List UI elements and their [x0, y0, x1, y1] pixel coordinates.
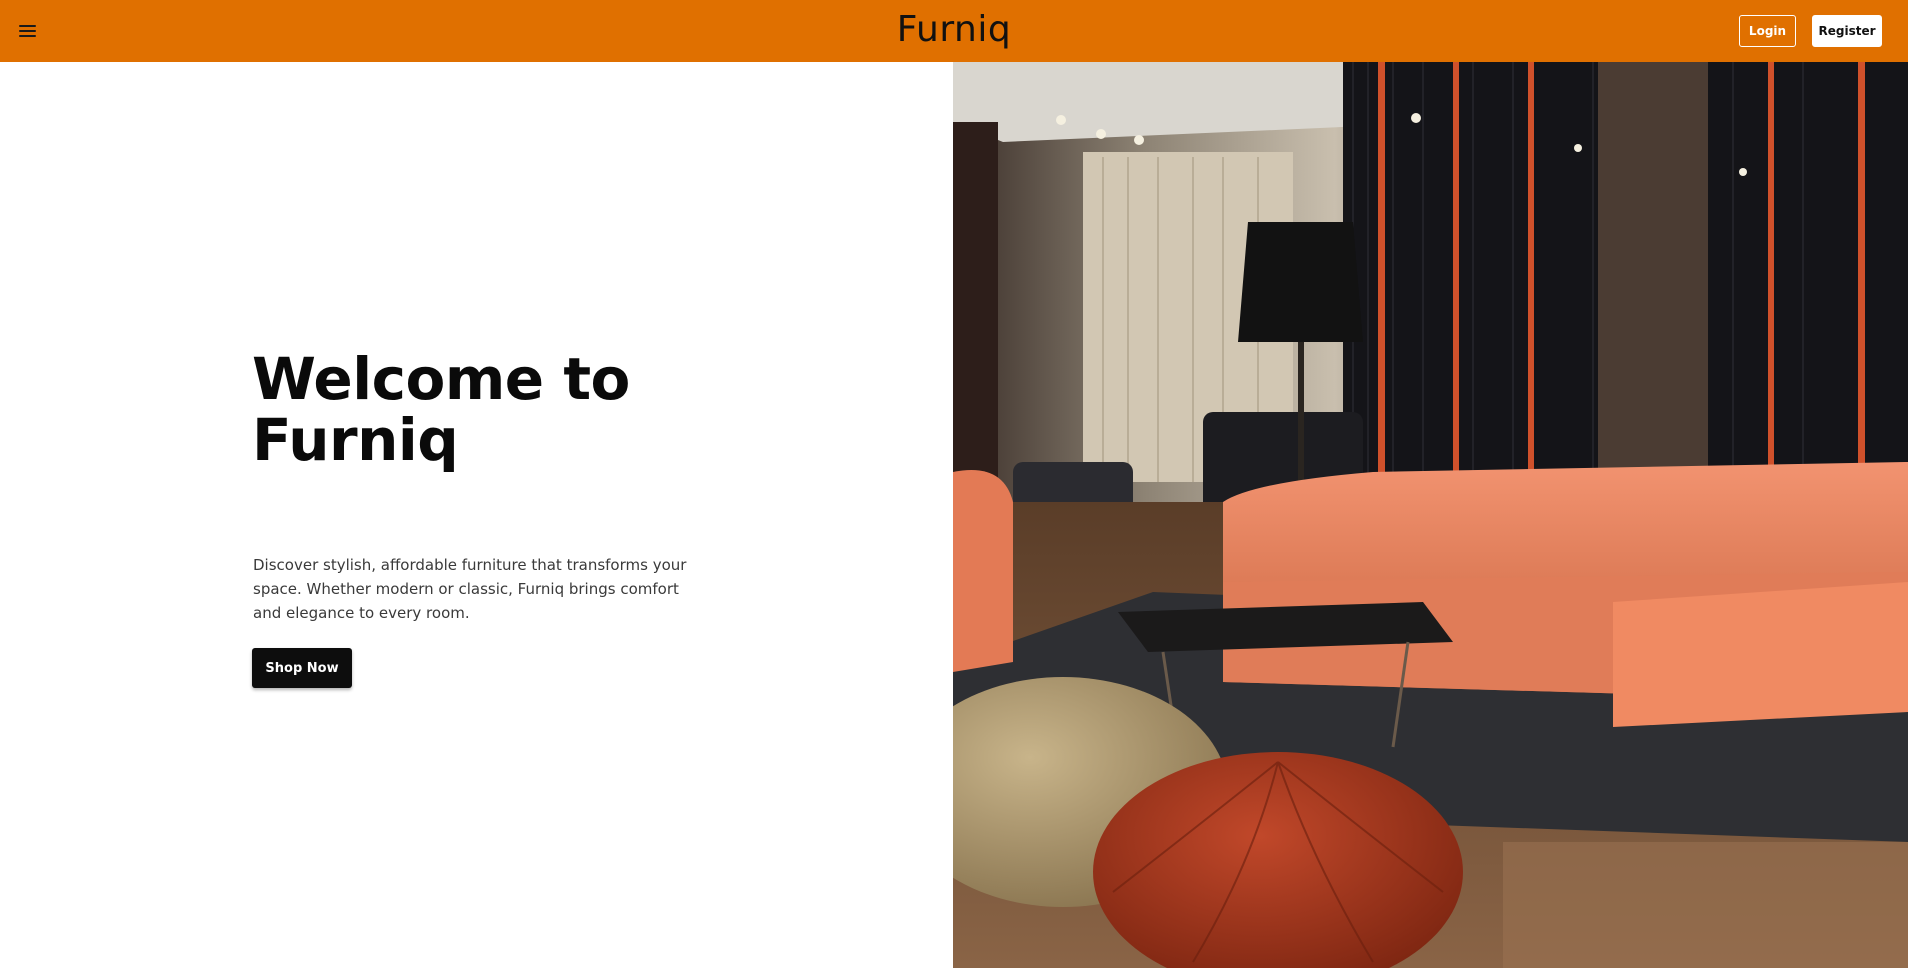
- hero-image: [953, 62, 1908, 968]
- navbar: Furniq Login Register: [0, 0, 1908, 62]
- showroom-photo: [953, 62, 1908, 968]
- login-button[interactable]: Login: [1739, 15, 1796, 47]
- hero-description: Discover stylish, affordable furniture t…: [253, 556, 687, 622]
- brand-logo[interactable]: Furniq: [0, 9, 1908, 50]
- register-button[interactable]: Register: [1812, 15, 1882, 47]
- hamburger-menu-icon[interactable]: [18, 20, 38, 42]
- hero-title: Welcome to Furniq: [252, 345, 630, 474]
- hero-text-panel: [0, 62, 953, 968]
- shop-now-button[interactable]: Shop Now: [252, 648, 352, 688]
